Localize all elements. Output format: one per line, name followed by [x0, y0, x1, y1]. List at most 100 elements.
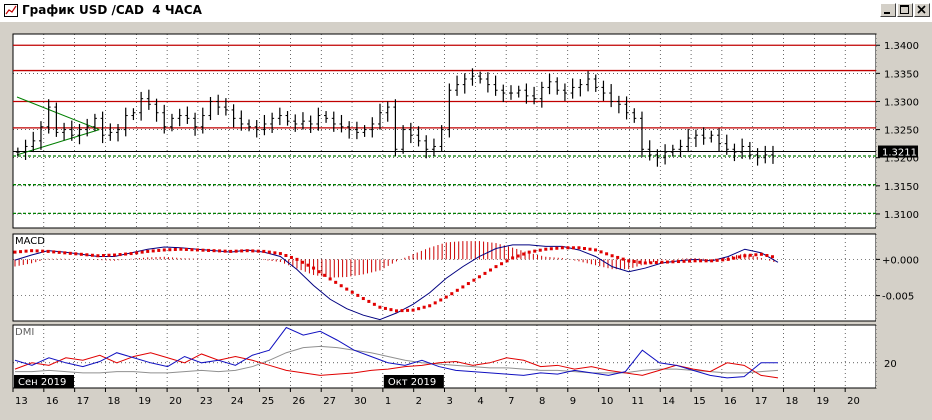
macd-signal-dot — [688, 259, 692, 263]
macd-signal-dot — [218, 249, 222, 253]
maximize-button[interactable] — [897, 3, 913, 17]
x-tick-label: 27 — [323, 396, 336, 407]
x-tick-label: 14 — [662, 396, 675, 407]
macd-signal-dot — [306, 263, 310, 267]
x-tick-label: 16 — [724, 396, 737, 407]
macd-signal-dot — [743, 254, 747, 258]
macd-signal-dot — [704, 259, 708, 263]
macd-signal-dot — [328, 277, 332, 281]
macd-signal-dot — [582, 247, 586, 250]
macd-signal-dot — [511, 256, 515, 260]
macd-signal-dot — [389, 308, 393, 312]
macd-signal-dot — [179, 247, 183, 251]
macd-signal-dot — [444, 295, 448, 299]
x-tick-label: 11 — [631, 396, 644, 407]
macd-signal-dot — [289, 255, 293, 259]
macd-signal-dot — [367, 299, 371, 303]
macd-signal-dot — [223, 249, 227, 253]
x-tick-label: 30 — [354, 396, 367, 407]
macd-signal-dot — [57, 250, 61, 254]
macd-signal-dot — [549, 247, 553, 251]
macd-signal-dot — [301, 260, 305, 264]
usdcad-chart[interactable]: 1.34001.33501.33001.32501.32001.31501.31… — [0, 22, 932, 420]
macd-signal-dot — [417, 307, 421, 311]
macd-signal-dot — [273, 251, 277, 255]
macd-signal-dot — [516, 254, 520, 258]
price-tick-label: 1.3150 — [884, 182, 919, 193]
macd-signal-dot — [317, 270, 321, 274]
macd-signal-dot — [52, 250, 56, 254]
macd-signal-dot — [46, 249, 50, 253]
macd-signal-dot — [124, 252, 128, 256]
macd-signal-dot — [212, 249, 216, 253]
x-tick-label: 8 — [539, 396, 545, 407]
macd-signal-dot — [334, 280, 338, 284]
x-tick-label: 17 — [755, 396, 768, 407]
macd-signal-dot — [477, 275, 481, 279]
macd-signal-dot — [201, 248, 205, 252]
macd-signal-dot — [151, 249, 155, 253]
x-tick-label: 25 — [262, 396, 275, 407]
macd-signal-dot — [350, 290, 354, 294]
macd-signal-dot — [372, 302, 376, 306]
macd-signal-dot — [461, 285, 465, 289]
chart-area[interactable]: 1.3400 1.3350 1.3300 1.3250 1.3200 1.3150 1.31… — [0, 22, 932, 420]
close-button[interactable] — [914, 3, 930, 17]
macd-signal-dot — [30, 249, 34, 253]
close-icon — [917, 5, 926, 14]
macd-signal-dot — [505, 259, 509, 263]
macd-signal-dot — [660, 260, 664, 264]
macd-signal-dot — [118, 253, 122, 257]
macd-signal-dot — [643, 261, 647, 265]
macd-signal-dot — [101, 254, 105, 258]
minimize-button[interactable] — [880, 3, 896, 17]
x-tick-label: 17 — [77, 396, 90, 407]
macd-signal-dot — [411, 308, 415, 312]
x-tick-label: 9 — [570, 396, 576, 407]
x-tick-label: 15 — [693, 396, 706, 407]
macd-signal-dot — [19, 250, 23, 254]
macd-signal-dot — [400, 309, 404, 313]
macd-signal-dot — [599, 250, 603, 254]
macd-signal-dot — [577, 246, 581, 250]
macd-signal-dot — [665, 260, 669, 264]
macd-signal-dot — [146, 249, 150, 253]
macd-signal-dot — [754, 253, 758, 257]
macd-signal-dot — [566, 246, 570, 250]
macd-signal-dot — [770, 255, 774, 259]
dmi-label: DMI — [15, 327, 34, 338]
macd-signal-dot — [721, 258, 725, 262]
macd-signal-dot — [455, 288, 459, 292]
macd-signal-dot — [41, 249, 45, 253]
macd-signal-dot — [395, 309, 398, 313]
month-label: Окт 2019 — [388, 377, 436, 388]
macd-signal-dot — [433, 301, 437, 305]
x-tick-label: 3 — [447, 396, 453, 407]
price-tick-label: 1.3400 — [884, 41, 919, 52]
x-tick-label: 7 — [508, 396, 514, 407]
macd-signal-dot — [538, 248, 542, 252]
macd-signal-dot — [278, 252, 282, 256]
macd-label: MACD — [15, 236, 45, 247]
macd-signal-dot — [229, 249, 233, 253]
macd-signal-dot — [262, 249, 266, 253]
macd-signal-dot — [168, 248, 172, 252]
current-price-label: 1.3211 — [882, 148, 917, 159]
macd-signal-dot — [439, 298, 443, 302]
macd-signal-dot — [693, 259, 697, 263]
macd-signal-dot — [157, 248, 161, 252]
x-tick-label: 16 — [46, 396, 59, 407]
macd-signal-dot — [765, 254, 769, 258]
x-tick-label: 23 — [200, 396, 213, 407]
macd-signal-dot — [494, 265, 498, 269]
macd-signal-dot — [610, 254, 614, 258]
macd-signal-dot — [406, 308, 410, 312]
macd-signal-dot — [284, 254, 288, 258]
macd-signal-dot — [35, 249, 39, 253]
macd-signal-dot — [240, 249, 244, 253]
macd-signal-dot — [173, 247, 177, 251]
macd-signal-dot — [68, 251, 72, 255]
macd-signal-dot — [135, 251, 139, 255]
macd-signal-dot — [616, 255, 620, 259]
macd-signal-dot — [74, 252, 78, 256]
